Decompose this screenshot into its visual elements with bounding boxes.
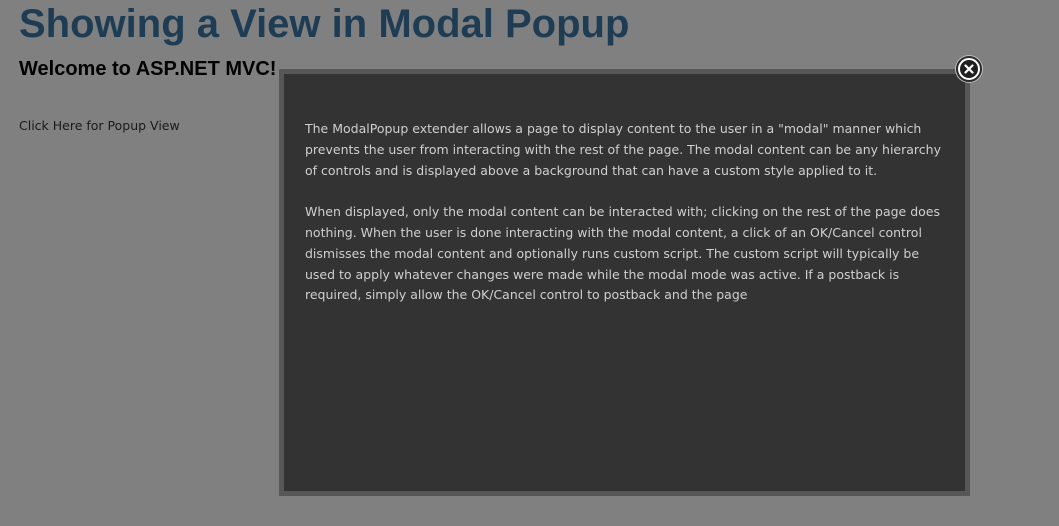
modal-paragraph-2: When displayed, only the modal content c… (305, 204, 941, 303)
page-title: Showing a View in Modal Popup (19, 2, 630, 46)
modal-paragraph-1: The ModalPopup extender allows a page to… (305, 121, 941, 178)
close-button[interactable] (956, 56, 982, 82)
close-x-glyph (964, 64, 974, 74)
popup-view-link[interactable]: Click Here for Popup View (19, 117, 180, 134)
page-subtitle: Welcome to ASP.NET MVC! (19, 58, 277, 80)
close-icon (960, 60, 978, 78)
modal-content: The ModalPopup extender allows a page to… (305, 119, 945, 327)
modal-popup: The ModalPopup extender allows a page to… (279, 69, 970, 496)
